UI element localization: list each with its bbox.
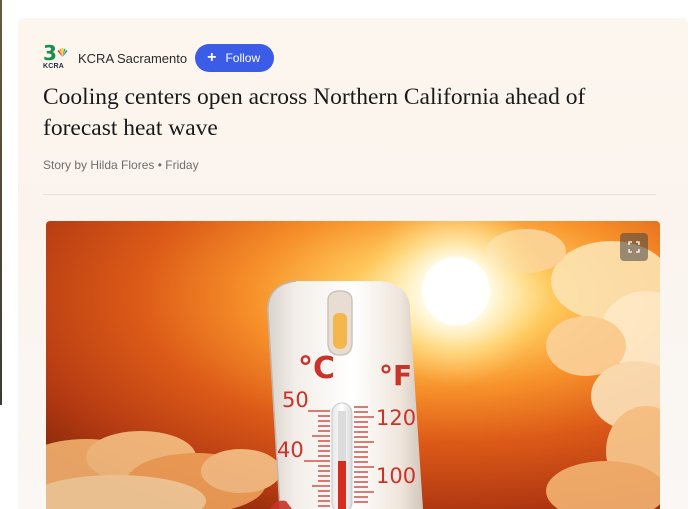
kcra-logo-icon[interactable]: 3 KCRA xyxy=(43,41,69,71)
peacock-icon xyxy=(57,48,68,57)
article-byline: Story by Hilda Flores • Friday xyxy=(43,158,199,172)
logo-call-sign: KCRA xyxy=(43,63,65,70)
fahrenheit-tick-100: 100 xyxy=(376,464,416,488)
plus-icon: + xyxy=(207,49,217,66)
hero-image[interactable]: °C °F 50 40 120 100 xyxy=(46,221,660,509)
expand-image-button[interactable] xyxy=(620,233,648,261)
follow-button[interactable]: + Follow xyxy=(195,44,275,72)
follow-label: Follow xyxy=(225,51,261,65)
fahrenheit-tick-120: 120 xyxy=(376,406,416,430)
divider xyxy=(43,194,656,195)
source-row: 3 KCRA KCRA Sacramento + Follow xyxy=(43,41,275,72)
heat-thermometer-image: °C °F 50 40 120 100 xyxy=(46,221,660,509)
celsius-tick-50: 50 xyxy=(282,388,309,412)
expand-icon xyxy=(628,241,640,253)
fahrenheit-unit: °F xyxy=(379,359,412,392)
celsius-unit: °C xyxy=(298,351,335,386)
celsius-tick-40: 40 xyxy=(277,438,304,462)
window-edge xyxy=(0,0,2,405)
source-name[interactable]: KCRA Sacramento xyxy=(78,51,187,66)
article-card: 3 KCRA KCRA Sacramento + Follow Cooling … xyxy=(18,18,688,509)
logo-number: 3 xyxy=(43,41,57,65)
article-headline: Cooling centers open across Northern Cal… xyxy=(43,84,586,141)
